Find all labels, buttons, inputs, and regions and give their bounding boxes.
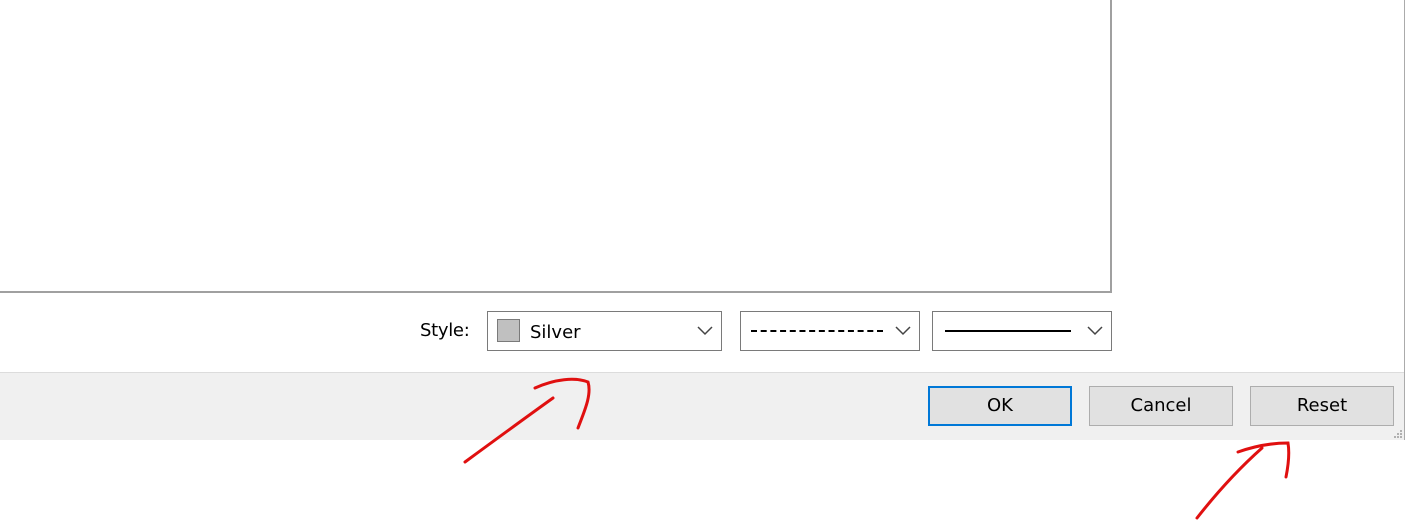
- chevron-down-icon: [895, 326, 911, 336]
- content-panel: Style: Silver: [0, 0, 1404, 372]
- button-bar: OK Cancel Reset: [0, 372, 1404, 440]
- dashed-line-preview: [751, 330, 883, 332]
- style-label: Style:: [420, 320, 470, 341]
- color-dropdown[interactable]: Silver: [487, 311, 722, 351]
- preview-area: [0, 0, 1112, 293]
- color-swatch: [497, 319, 520, 342]
- chevron-down-icon: [697, 326, 713, 336]
- chevron-down-icon: [1087, 326, 1103, 336]
- color-dropdown-value: Silver: [530, 322, 581, 343]
- line-dash-dropdown[interactable]: [740, 311, 920, 351]
- cancel-button[interactable]: Cancel: [1089, 386, 1233, 426]
- solid-line-preview: [945, 330, 1071, 332]
- annotation-arrow-reset-button: [1195, 441, 1291, 520]
- reset-button[interactable]: Reset: [1250, 386, 1394, 426]
- line-width-dropdown[interactable]: [932, 311, 1112, 351]
- dialog-window: Style: Silver OK Cancel Reset: [0, 0, 1405, 440]
- ok-button[interactable]: OK: [928, 386, 1072, 426]
- resize-grip-icon[interactable]: [1394, 430, 1402, 438]
